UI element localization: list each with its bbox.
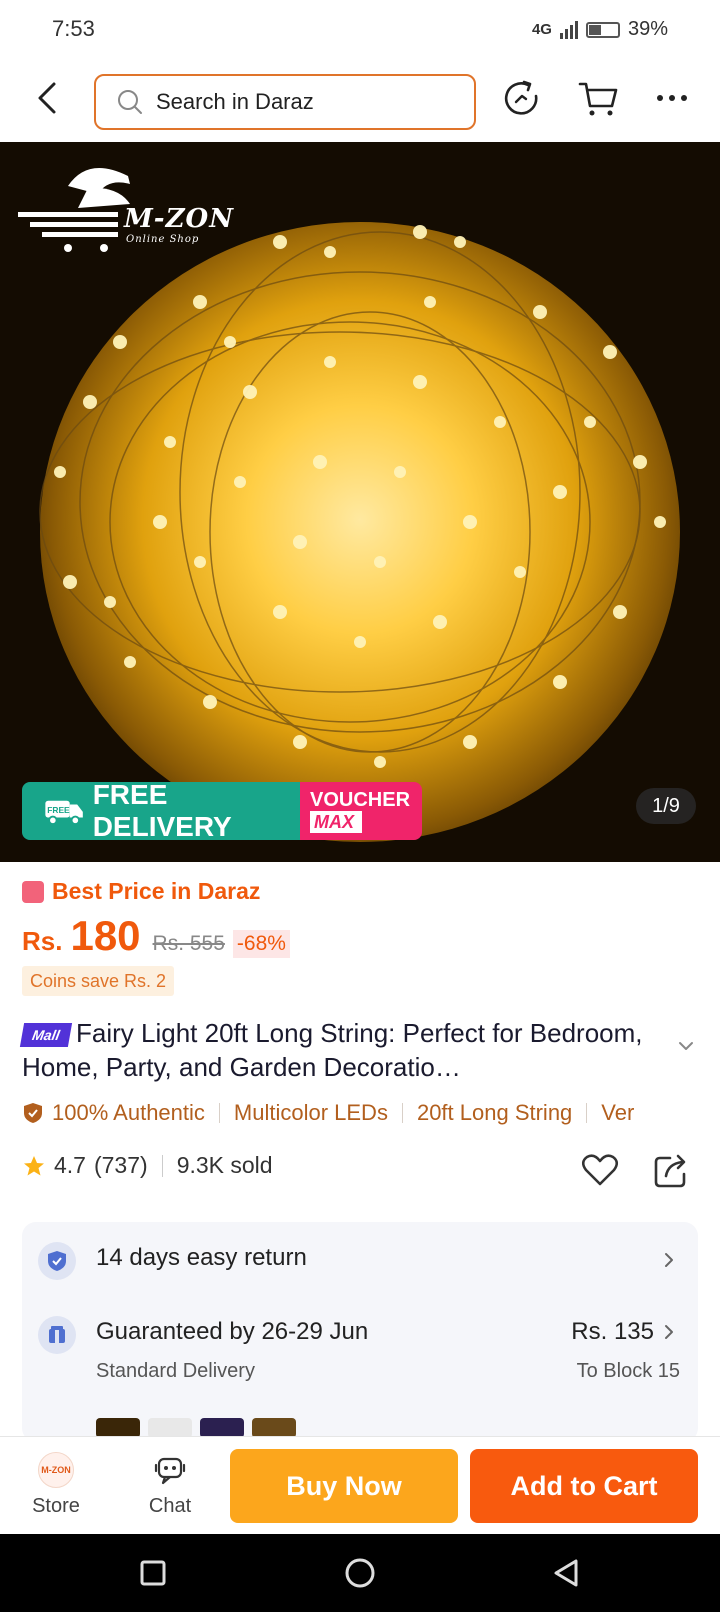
return-policy[interactable]: 14 days easy return (96, 1244, 307, 1272)
voucher-max-label: MAX (310, 811, 362, 833)
chevron-down-icon[interactable] (676, 1036, 696, 1056)
delivery-guarantee[interactable]: Guaranteed by 26-29 Jun (96, 1318, 368, 1346)
more-options-icon[interactable] (650, 76, 694, 120)
variant-thumbnail[interactable] (96, 1418, 140, 1438)
chevron-right-icon[interactable] (662, 1250, 676, 1270)
store-logo-subtitle: Online Shop (126, 234, 200, 245)
price-row: Rs. 180 Rs. 555 -68% (22, 912, 290, 960)
feature-item: Ver (601, 1100, 635, 1125)
best-price-text: Best Price in Daraz (52, 878, 261, 904)
promo-banner: FREE FREE DELIVERY VOUCHER MAX (22, 782, 422, 840)
variant-thumbnail[interactable] (148, 1418, 192, 1438)
best-price-label: Best Price in Daraz (22, 878, 260, 905)
mall-badge: Mall (19, 1023, 73, 1047)
shield-check-icon (24, 1103, 42, 1123)
share-icon[interactable] (652, 1150, 690, 1190)
rating-row[interactable]: 4.7 (737) 9.3K sold (22, 1152, 273, 1179)
free-badge-text: FREE (47, 805, 70, 815)
add-to-cart-button[interactable]: Add to Cart (470, 1449, 698, 1523)
chat-tab-label: Chat (148, 1495, 192, 1517)
system-nav-bar (0, 1534, 720, 1612)
back-nav-icon[interactable] (548, 1554, 586, 1592)
product-title: Mall Fairy Light 20ft Long String: Perfec… (19, 1016, 662, 1084)
store-logo-name: M-ZON (124, 204, 234, 234)
store-tab[interactable]: M-ZON Store (16, 1451, 96, 1518)
voucher-label: VOUCHER (310, 789, 411, 811)
cart-icon[interactable] (576, 76, 620, 120)
top-header: Search in Daraz (0, 58, 720, 142)
status-time: 7:53 (52, 16, 95, 41)
store-tab-label: Store (32, 1495, 80, 1517)
divider (218, 1103, 220, 1123)
store-avatar-icon: M-ZON (38, 1452, 74, 1488)
battery-percent: 39% (627, 18, 668, 40)
feature-highlights: 100% Authentic Multicolor LEDs 20ft Long… (22, 1096, 720, 1130)
free-delivery-label: FREE DELIVERY (92, 782, 232, 840)
coins-save-badge: Coins save Rs. 2 (22, 966, 175, 996)
discount-badge: -68% (232, 930, 290, 958)
signal-icon (559, 20, 578, 39)
chat-robot-icon (154, 1457, 186, 1485)
battery-icon (585, 21, 620, 38)
chat-tab[interactable]: Chat (130, 1451, 210, 1518)
divider (586, 1103, 588, 1123)
feature-item: Multicolor LEDs (233, 1100, 388, 1125)
divider (401, 1103, 403, 1123)
rating-count: (737) (93, 1152, 148, 1178)
home-icon[interactable] (341, 1554, 379, 1592)
variant-thumbnail[interactable] (200, 1418, 244, 1438)
delivery-box-icon (38, 1316, 76, 1354)
original-price: Rs. 555 (152, 932, 225, 955)
feature-item: 100% Authentic (52, 1100, 205, 1125)
buy-now-button[interactable]: Buy Now (230, 1449, 458, 1523)
chevron-right-icon[interactable] (662, 1322, 676, 1342)
shipping-price: Rs. 135 (571, 1318, 654, 1345)
status-bar: 7:53 4G 39% (0, 0, 720, 58)
price-currency: Rs. (22, 926, 63, 956)
product-image-gallery[interactable]: M-ZON Online Shop FREE FREE DELIVERY VOU… (0, 142, 720, 862)
search-placeholder: Search in Daraz (156, 89, 314, 114)
variant-thumbnail[interactable] (252, 1418, 296, 1438)
star-icon (24, 1155, 44, 1175)
return-shield-icon (38, 1242, 76, 1280)
best-price-icon (22, 880, 44, 903)
delivery-type: Standard Delivery (96, 1360, 255, 1382)
sold-count: 9.3K sold (176, 1152, 273, 1178)
delivery-service-card: 14 days easy return Guaranteed by 26-29 … (22, 1222, 698, 1442)
network-type: 4G (531, 21, 552, 38)
shipping-location: To Block 15 (576, 1360, 680, 1382)
bottom-action-bar: M-ZON Store Chat Buy Now Add to Cart (0, 1436, 720, 1534)
share-refresh-icon[interactable] (500, 76, 544, 120)
rating-score: 4.7 (54, 1152, 86, 1178)
recent-apps-icon[interactable] (134, 1554, 172, 1592)
search-bar[interactable]: Search in Daraz (94, 74, 476, 130)
image-counter: 1/9 (636, 788, 696, 824)
feature-item: 20ft Long String (416, 1100, 573, 1125)
wishlist-heart-icon[interactable] (580, 1150, 620, 1190)
back-arrow-icon[interactable] (28, 76, 68, 120)
delivery-truck-icon: FREE (45, 800, 83, 826)
price-amount: 180 (70, 912, 141, 959)
search-icon (118, 90, 142, 114)
product-title-text: Fairy Light 20ft Long String: Perfect fo… (22, 1018, 643, 1082)
divider (161, 1154, 163, 1177)
variant-thumbnails[interactable] (96, 1418, 296, 1438)
